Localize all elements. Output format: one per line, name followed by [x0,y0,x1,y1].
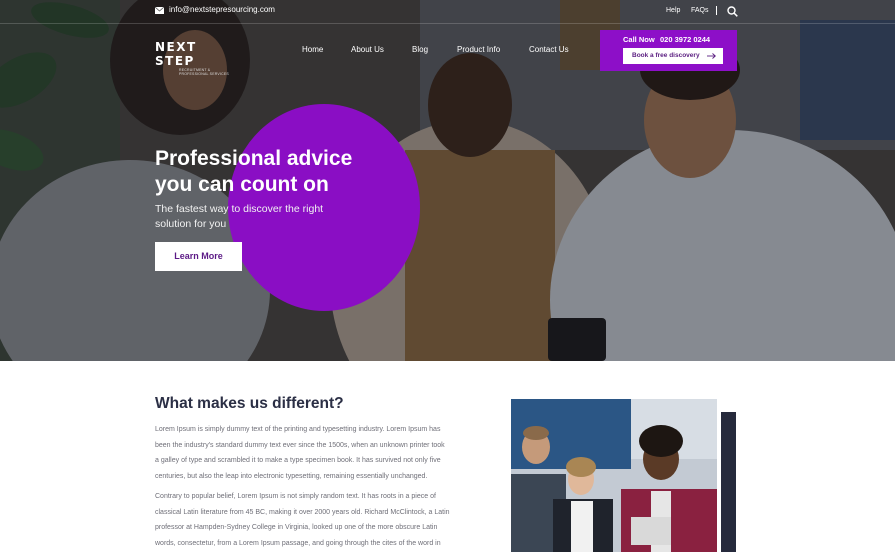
topbar-divider [716,6,717,15]
nav-blog[interactable]: Blog [412,45,428,54]
logo-tagline: RECRUITMENT & PROFESSIONAL SERVICES [179,68,229,76]
hero-overlay [0,0,895,361]
arrow-right-icon [707,53,716,59]
phone-number-link[interactable]: 020 3972 0244 [660,35,710,44]
search-icon[interactable] [727,6,738,17]
book-discovery-label: Book a free discovery [632,52,700,59]
hero-title: Professional advice you can count on [155,146,395,198]
hero-title-line-1: Professional advice [155,147,353,170]
hero-subtitle-line-2: solution for you [155,218,227,230]
nav-contact-us[interactable]: Contact Us [529,45,569,54]
nav-product-info[interactable]: Product Info [457,45,500,54]
paragraph-line: classical Latin literature from 45 BC, m… [155,508,450,516]
topbar-faqs-link[interactable]: FAQs [691,7,709,14]
paragraph-line: been the industry's standard dummy text … [155,441,445,449]
learn-more-button[interactable]: Learn More [155,242,242,271]
logo-text: NEXT STEP [155,40,197,68]
paragraph-line: centuries, but also the leap into electr… [155,472,428,480]
call-now-label: Call Now [623,35,655,44]
nav-about-us[interactable]: About Us [351,45,384,54]
hero-section [0,0,895,361]
logo[interactable]: NEXT STEP RECRUITMENT & PROFESSIONAL SER… [155,40,239,76]
paragraph-line: professor at Hampden-Sydney College in V… [155,524,438,531]
learn-more-label: Learn More [174,251,223,261]
intro-paragraph-2: Contrary to popular belief, Lorem Ipsum … [155,489,475,551]
team-photo [511,399,717,552]
nav-home[interactable]: Home [302,45,323,54]
team-photo-illustration [511,399,717,552]
paragraph-line: Lorem Ipsum is simply dummy text of the … [155,426,441,433]
topbar-email-link[interactable]: info@nextstepresourcing.com [169,5,275,14]
paragraph-line: Contrary to popular belief, Lorem Ipsum … [155,493,436,500]
hero-subtitle: The fastest way to discover the right so… [155,202,355,232]
hero-title-line-2: you can count on [155,173,329,196]
paragraph-line: a galley of type and scrambled it to mak… [155,457,441,464]
hero-subtitle-line-1: The fastest way to discover the right [155,203,324,215]
mail-icon [155,7,164,14]
decorative-dark-bar [721,412,736,552]
intro-paragraph-1: Lorem Ipsum is simply dummy text of the … [155,422,475,484]
section-heading: What makes us different? [155,395,344,412]
book-discovery-button[interactable]: Book a free discovery [623,48,723,64]
paragraph-line: words, consectetur, from a Lorem Ipsum p… [155,539,441,547]
topbar-help-link[interactable]: Help [666,7,680,14]
topbar: info@nextstepresourcing.com Help FAQs [0,0,895,24]
